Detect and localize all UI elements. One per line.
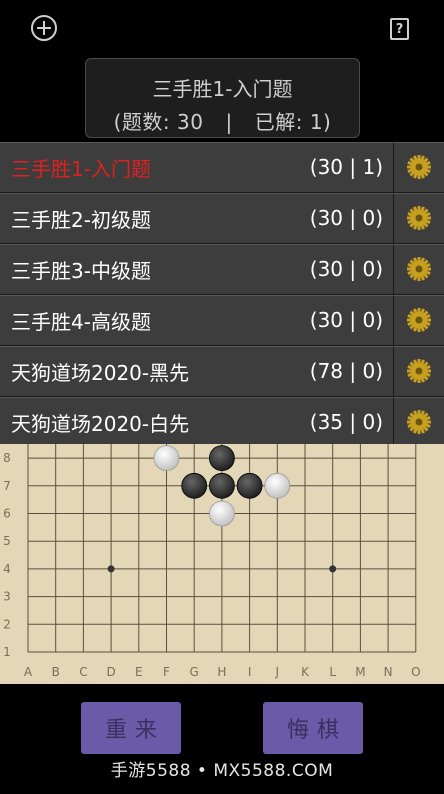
watermark: 手游5588 • MX5588.COM [110, 761, 334, 781]
problem-set-row[interactable]: 三手胜4-高级题 (30 | 0) [0, 295, 444, 346]
col-label: D [106, 665, 115, 679]
top-bar: ? [0, 0, 444, 56]
undo-button[interactable]: 悔棋 [263, 702, 363, 754]
settings-button[interactable] [393, 295, 444, 346]
col-label: C [79, 665, 87, 679]
col-label: J [275, 665, 280, 679]
problem-set-row[interactable]: 三手胜1-入门题 (30 | 1) [0, 142, 444, 193]
col-label: G [190, 665, 199, 679]
problem-set-row[interactable]: 天狗道场2020-黑先 (78 | 0) [0, 346, 444, 397]
problem-set-name: 三手胜4-高级题 [11, 309, 151, 334]
black-stone [236, 472, 263, 499]
row-label: 2 [3, 617, 11, 631]
problem-set-item[interactable]: 三手胜4-高级题 (30 | 0) [0, 295, 393, 346]
gear-icon [407, 359, 431, 384]
col-label: E [135, 665, 143, 679]
col-label: K [301, 665, 310, 679]
progress-separator: | [225, 110, 233, 134]
col-label: H [217, 665, 226, 679]
problem-set-item[interactable]: 三手胜1-入门题 (30 | 1) [0, 142, 393, 193]
gear-icon [407, 155, 431, 180]
problem-set-name: 天狗道场2020-黑先 [11, 360, 190, 385]
white-stone [153, 445, 180, 471]
solved-count: 已解: 1) [254, 110, 332, 134]
white-stone [264, 472, 291, 499]
problem-set-name: 天狗道场2020-白先 [11, 411, 190, 436]
settings-button[interactable] [393, 397, 444, 448]
problem-set-list: 三手胜1-入门题 (30 | 1) 三手胜2-初级题 (30 | 0) 三手胜3… [0, 142, 444, 448]
problem-set-stats: (30 | 0) [309, 206, 383, 231]
row-label: 1 [3, 645, 11, 659]
problem-set-name: 三手胜3-中级题 [11, 258, 151, 283]
gear-icon [407, 257, 431, 282]
black-stone [208, 445, 235, 471]
problem-set-stats: (30 | 0) [309, 308, 383, 333]
col-label: I [248, 665, 252, 679]
problem-set-stats: (35 | 0) [309, 410, 383, 435]
problem-count: (题数: 30 [113, 110, 204, 134]
problem-set-stats: (30 | 1) [309, 155, 383, 180]
problem-set-item[interactable]: 天狗道场2020-白先 (35 | 0) [0, 397, 393, 448]
col-label: L [329, 665, 336, 679]
row-label: 5 [3, 534, 11, 548]
row-label: 3 [3, 590, 11, 604]
col-label: N [384, 665, 393, 679]
problem-set-row[interactable]: 天狗道场2020-白先 (35 | 0) [0, 397, 444, 448]
problem-set-item[interactable]: 三手胜2-初级题 (30 | 0) [0, 193, 393, 244]
settings-button[interactable] [393, 244, 444, 295]
row-label: 8 [3, 451, 11, 465]
problem-set-row[interactable]: 三手胜3-中级题 (30 | 0) [0, 244, 444, 295]
row-label: 6 [3, 507, 11, 521]
col-label: F [163, 665, 170, 679]
problem-set-progress: (题数: 30 | 已解: 1) [86, 106, 359, 135]
settings-button[interactable] [393, 193, 444, 244]
black-stone [181, 472, 208, 499]
problem-set-stats: (78 | 0) [309, 359, 383, 384]
white-stone [208, 500, 235, 527]
gear-icon [407, 308, 431, 333]
help-icon[interactable]: ? [390, 18, 409, 40]
settings-button[interactable] [393, 346, 444, 397]
settings-button[interactable] [393, 142, 444, 193]
col-label: A [24, 665, 33, 679]
plus-circle-icon[interactable] [31, 15, 57, 41]
row-label: 4 [3, 562, 11, 576]
gear-icon [407, 410, 431, 435]
problem-set-item[interactable]: 三手胜3-中级题 (30 | 0) [0, 244, 393, 295]
star-point [107, 565, 115, 573]
gomoku-board[interactable]: A B C D E F G H I J K L M N O 1 2 3 4 5 6 7 8 [0, 444, 444, 684]
problem-set-stats: (30 | 0) [309, 257, 383, 282]
star-point [329, 565, 337, 573]
problem-set-title: 三手胜1-入门题 [152, 77, 293, 101]
col-label: B [52, 665, 60, 679]
problem-set-title-box: 三手胜1-入门题 (题数: 30 | 已解: 1) [85, 58, 360, 138]
black-stone [208, 472, 235, 499]
problem-set-item[interactable]: 天狗道场2020-黑先 (78 | 0) [0, 346, 393, 397]
row-label: 7 [3, 479, 11, 493]
problem-set-row[interactable]: 三手胜2-初级题 (30 | 0) [0, 193, 444, 244]
board-grid[interactable]: A B C D E F G H I J K L M N O 1 2 3 4 5 6 7 8 [0, 444, 444, 684]
col-label: O [411, 665, 420, 679]
restart-button[interactable]: 重来 [81, 702, 181, 754]
problem-set-name: 三手胜1-入门题 [11, 156, 151, 181]
problem-set-name: 三手胜2-初级题 [11, 207, 151, 232]
gear-icon [407, 206, 431, 231]
col-label: M [355, 665, 365, 679]
